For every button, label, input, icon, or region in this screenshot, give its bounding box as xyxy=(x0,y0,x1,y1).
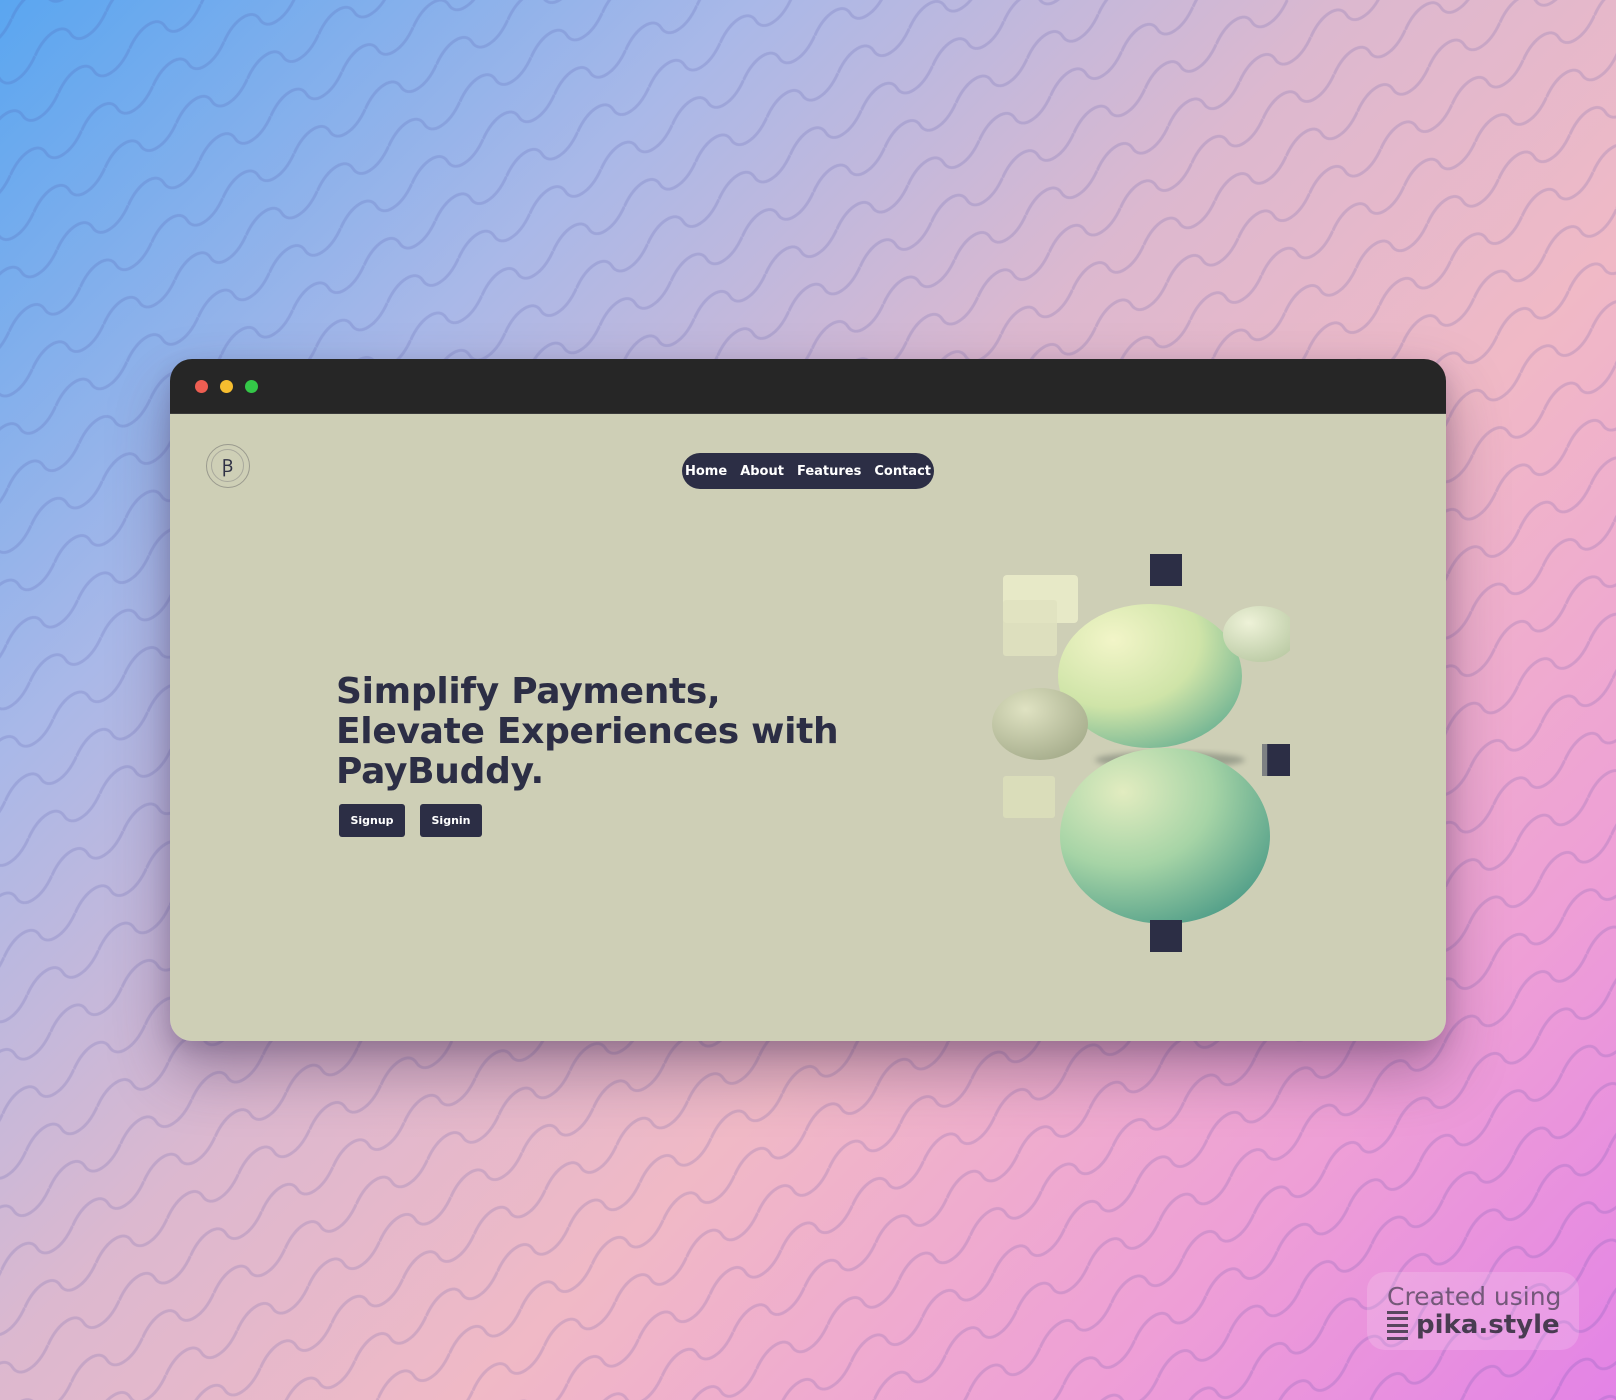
signup-button[interactable]: Signup xyxy=(339,804,405,837)
minimize-window-button[interactable] xyxy=(220,380,233,393)
nav-link-contact[interactable]: Contact xyxy=(874,464,931,479)
headline-line-1: Simplify Payments, xyxy=(336,671,721,712)
paybuddy-logo[interactable]: Ꞵ xyxy=(206,444,250,488)
bottom-sphere xyxy=(1060,748,1270,924)
left-sphere xyxy=(992,688,1088,760)
nav-link-about[interactable]: About xyxy=(740,464,784,479)
main-navigation: Home About Features Contact xyxy=(682,453,934,489)
browser-window: Ꞵ Home About Features Contact Simplify P… xyxy=(170,359,1446,1041)
maximize-window-button[interactable] xyxy=(245,380,258,393)
pika-style-watermark: Created using pika.style xyxy=(1367,1272,1579,1350)
pika-stack-icon xyxy=(1387,1310,1408,1340)
signin-button[interactable]: Signin xyxy=(420,804,482,837)
logo-glyph: Ꞵ xyxy=(211,449,244,482)
headline-line-2: Elevate Experiences with xyxy=(336,711,839,752)
nav-link-features[interactable]: Features xyxy=(797,464,861,479)
watermark-brand-name: pika.style xyxy=(1416,1310,1560,1340)
window-titlebar xyxy=(170,359,1446,414)
close-window-button[interactable] xyxy=(195,380,208,393)
watermark-caption: Created using xyxy=(1387,1282,1562,1311)
headline-line-3: PayBuddy. xyxy=(336,751,544,792)
watermark-brand: pika.style xyxy=(1387,1310,1560,1340)
hero-headline: Simplify Payments, Elevate Experiences w… xyxy=(336,672,896,792)
nav-link-home[interactable]: Home xyxy=(685,464,727,479)
landing-page: Ꞵ Home About Features Contact Simplify P… xyxy=(170,414,1446,1041)
hero-3d-illustration xyxy=(992,554,1290,952)
